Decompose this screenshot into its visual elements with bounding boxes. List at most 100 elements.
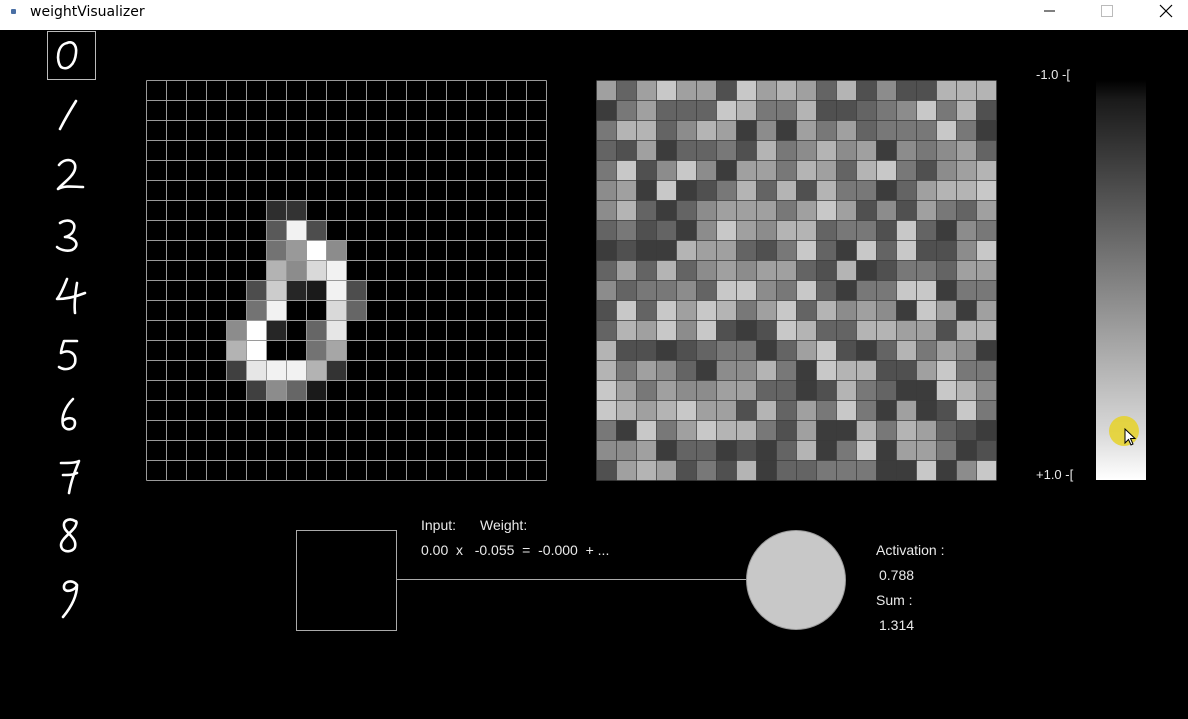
- weight-cell: [956, 160, 977, 181]
- weight-cell: [796, 180, 817, 201]
- weight-cell: [976, 120, 997, 141]
- weight-cell: [956, 420, 977, 441]
- weight-cell: [976, 340, 997, 361]
- weight-cell: [636, 320, 657, 341]
- weight-cell: [896, 80, 917, 101]
- weight-cell: [916, 420, 937, 441]
- digit-button-8[interactable]: [47, 511, 96, 560]
- weight-cell: [976, 460, 997, 481]
- weight-cell: [616, 340, 637, 361]
- weight-cell: [756, 200, 777, 221]
- weight-cell: [796, 420, 817, 441]
- weight-cell: [736, 280, 757, 301]
- weight-cell: [756, 400, 777, 421]
- weight-cell: [956, 100, 977, 121]
- weight-cell: [716, 280, 737, 301]
- digit-button-3[interactable]: [47, 211, 96, 260]
- weight-cell: [936, 460, 957, 481]
- weight-cell: [616, 280, 637, 301]
- input-pixel: [306, 360, 327, 381]
- digit-button-5[interactable]: [47, 331, 96, 380]
- input-pixel: [326, 320, 347, 341]
- weight-cell: [636, 160, 657, 181]
- weight-canvas: [596, 80, 997, 481]
- weight-cell: [756, 120, 777, 141]
- weight-cell: [816, 200, 837, 221]
- weight-cell: [596, 160, 617, 181]
- weight-cell: [816, 160, 837, 181]
- weight-cell: [916, 180, 937, 201]
- weight-cell: [916, 100, 937, 121]
- weight-cell: [716, 440, 737, 461]
- weight-cell: [776, 260, 797, 281]
- weight-cell: [776, 320, 797, 341]
- weight-cell: [916, 360, 937, 381]
- weight-cell: [656, 180, 677, 201]
- weight-cell: [596, 440, 617, 461]
- weight-cell: [616, 160, 637, 181]
- digit-button-7[interactable]: [47, 451, 96, 500]
- weight-cell: [976, 160, 997, 181]
- weight-cell: [596, 420, 617, 441]
- input-pixel: [286, 280, 307, 301]
- maximize-button[interactable]: [1078, 0, 1136, 30]
- weight-cell: [656, 420, 677, 441]
- weight-cell: [956, 460, 977, 481]
- weight-cell: [676, 140, 697, 161]
- weight-cell: [676, 340, 697, 361]
- weight-cell: [616, 400, 637, 421]
- weight-cell: [956, 120, 977, 141]
- weight-cell: [596, 180, 617, 201]
- input-pixel: [326, 360, 347, 381]
- weight-cell: [856, 160, 877, 181]
- weight-grid[interactable]: [596, 80, 997, 481]
- digit-button-4[interactable]: [47, 271, 96, 320]
- weight-cell: [776, 400, 797, 421]
- input-image-grid[interactable]: [146, 80, 547, 481]
- weight-cell: [676, 240, 697, 261]
- digit-button-6[interactable]: [47, 391, 96, 440]
- mouse-cursor-icon: [1124, 428, 1137, 446]
- weight-cell: [936, 200, 957, 221]
- weight-cell: [636, 420, 657, 441]
- weight-cell: [696, 300, 717, 321]
- digit-button-9[interactable]: [47, 571, 96, 620]
- input-pixel: [326, 260, 347, 281]
- digit-glyph-1: [58, 99, 78, 131]
- weight-cell: [676, 300, 697, 321]
- weight-cell: [596, 360, 617, 381]
- digit-button-2[interactable]: [47, 151, 96, 200]
- weight-cell: [796, 440, 817, 461]
- input-pixel: [266, 200, 287, 221]
- weight-cell: [656, 320, 677, 341]
- weight-cell: [956, 280, 977, 301]
- weight-cell: [656, 280, 677, 301]
- weight-cell: [876, 380, 897, 401]
- digit-button-0[interactable]: [47, 31, 96, 80]
- weight-cell: [896, 120, 917, 141]
- digit-button-1[interactable]: [47, 91, 96, 140]
- weight-cell: [636, 200, 657, 221]
- weight-cell: [956, 400, 977, 421]
- weight-cell: [596, 400, 617, 421]
- weight-cell: [716, 360, 737, 381]
- weight-cell: [596, 220, 617, 241]
- weight-cell: [696, 180, 717, 201]
- maximize-icon: [1101, 5, 1113, 17]
- minimize-button[interactable]: [1020, 0, 1078, 30]
- close-button[interactable]: [1136, 0, 1188, 30]
- input-pixel: [246, 380, 267, 401]
- weight-cell: [856, 300, 877, 321]
- weight-cell: [836, 280, 857, 301]
- weight-cell: [716, 120, 737, 141]
- input-pixel: [266, 260, 287, 281]
- weight-cell: [776, 140, 797, 161]
- input-pixel: [266, 220, 287, 241]
- weight-cell: [756, 420, 777, 441]
- input-pixel: [266, 380, 287, 401]
- weight-cell: [896, 260, 917, 281]
- weight-cell: [636, 360, 657, 381]
- weight-cell: [916, 220, 937, 241]
- weight-cell: [976, 440, 997, 461]
- weight-cell: [636, 300, 657, 321]
